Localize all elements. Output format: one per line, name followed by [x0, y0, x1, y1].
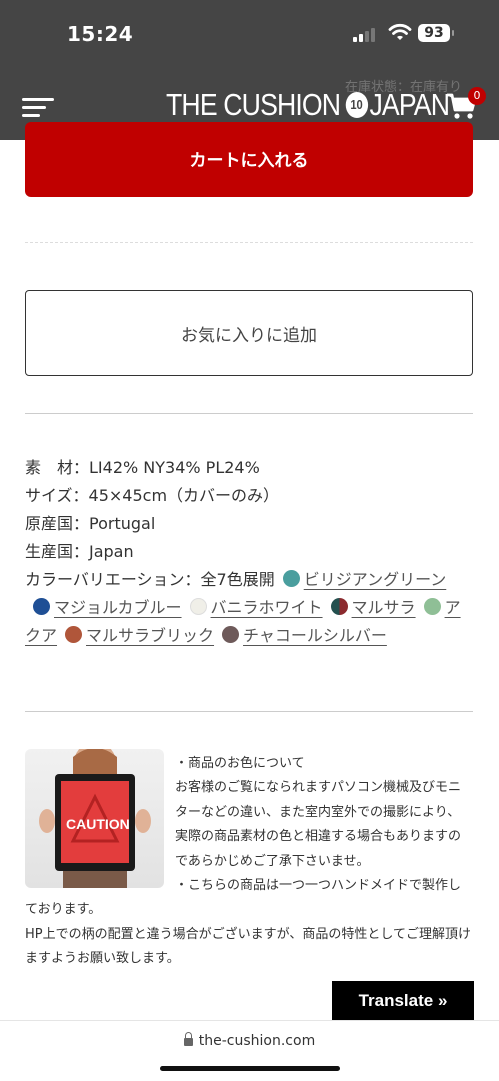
anniversary-badge: 10 — [345, 92, 368, 118]
menu-icon[interactable] — [22, 98, 54, 118]
home-indicator[interactable] — [160, 1066, 340, 1071]
spec-size: サイズ：45×45cm（カバーのみ） — [25, 486, 280, 505]
add-favorite-button[interactable]: お気に入りに追加 — [25, 290, 473, 376]
color-variations: カラーバリエーション：全7色展開 ビリジアングリーンマジョルカブルー バニラホワイト… — [25, 566, 475, 650]
color-link[interactable]: バニラホワイト — [211, 598, 323, 617]
color-variation-label: カラーバリエーション：全7色展開 — [25, 570, 275, 589]
translate-button[interactable]: Translate » — [332, 981, 474, 1021]
cellular-signal-icon — [353, 28, 379, 42]
notice-pattern: HP上での柄の配置と違う場合がございますが、商品の特性としてご理解頂けますようお… — [25, 926, 471, 967]
url-display[interactable]: the-cushion.com — [0, 1032, 499, 1049]
color-swatch — [65, 626, 83, 643]
spec-production: 生産国：Japan — [25, 542, 134, 561]
logo-text: THE CUSHION — [166, 87, 341, 122]
battery-icon: 93 — [418, 24, 454, 42]
color-link[interactable]: マジョルカブルー — [54, 598, 182, 617]
color-link[interactable]: マルサラ — [352, 598, 416, 617]
color-swatch — [33, 598, 50, 615]
color-link[interactable]: マルサラブリック — [86, 626, 214, 645]
color-option[interactable]: マジョルカブルー — [25, 598, 182, 617]
cart-count-badge: 0 — [468, 87, 486, 105]
url-text: the-cushion.com — [198, 1033, 316, 1049]
status-bar: 15:24 93 — [0, 0, 499, 68]
color-link[interactable]: ビリジアングリーン — [304, 570, 447, 589]
dashed-divider — [25, 242, 473, 243]
color-option[interactable]: チャコールシルバー — [214, 626, 387, 645]
color-link[interactable]: チャコールシルバー — [243, 626, 387, 645]
color-swatch — [330, 598, 348, 615]
color-option[interactable]: バニラホワイト — [182, 598, 323, 617]
color-swatch — [423, 598, 441, 615]
color-swatch — [222, 626, 240, 643]
site-logo[interactable]: THE CUSHION 10 JAPAN — [166, 85, 450, 125]
status-time: 15:24 — [67, 22, 134, 46]
wifi-icon — [388, 23, 412, 40]
lock-icon — [183, 1032, 193, 1046]
spec-material: 素 材：LI42% NY34% PL24% — [25, 458, 260, 477]
color-option[interactable]: ビリジアングリーン — [275, 570, 447, 589]
product-specs: 素 材：LI42% NY34% PL24% サイズ：45×45cm（カバーのみ）… — [25, 454, 475, 650]
color-notice: ・商品のお色について お客様のご覧になられますパソコン機械及びモニターなどの違い… — [25, 752, 471, 972]
logo-japan-text: JAPAN — [369, 87, 450, 122]
section-divider — [25, 711, 473, 712]
color-option[interactable]: マルサラ — [323, 598, 416, 617]
browser-address-bar[interactable]: the-cushion.com — [0, 1020, 499, 1081]
color-swatch — [189, 598, 207, 615]
color-option[interactable]: マルサラブリック — [57, 626, 214, 645]
section-divider — [25, 413, 473, 414]
spec-origin: 原産国：Portugal — [25, 514, 156, 533]
add-to-cart-button[interactable]: カートに入れる — [25, 122, 473, 197]
color-swatch — [282, 570, 300, 587]
